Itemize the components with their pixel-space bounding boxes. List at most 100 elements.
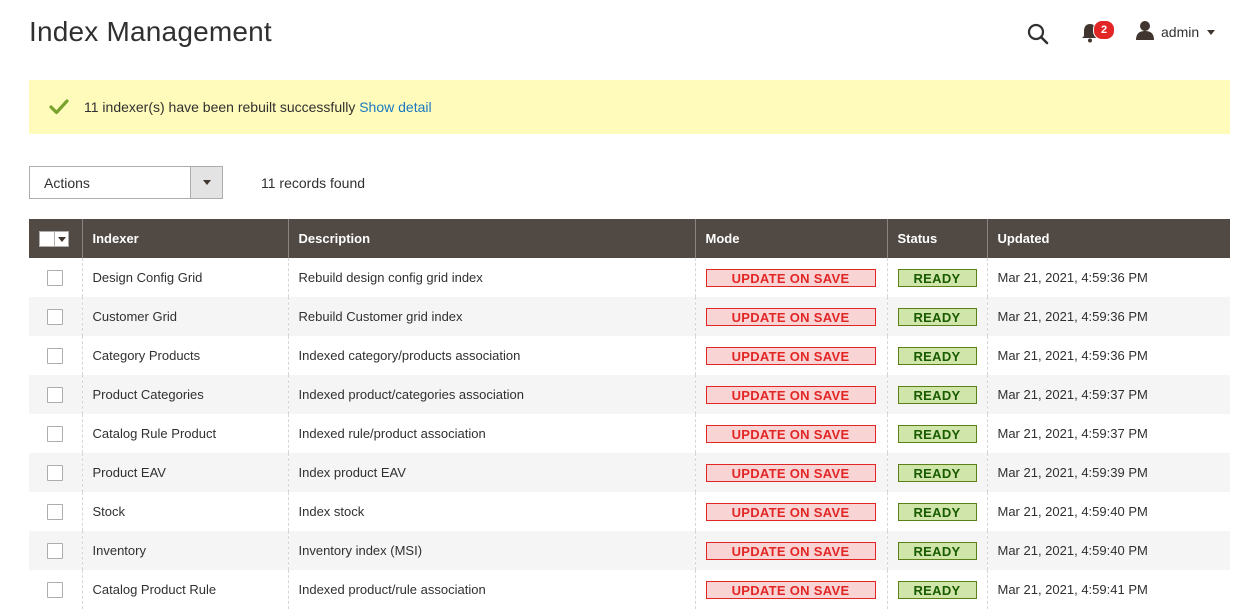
description-cell: Rebuild Customer grid index xyxy=(287,297,695,336)
actions-dropdown[interactable]: Actions xyxy=(29,166,223,199)
indexer-grid: Indexer Description Mode Status Updated … xyxy=(29,219,1230,609)
mode-cell: UPDATE ON SAVE xyxy=(694,414,887,453)
column-header-mode[interactable]: Mode xyxy=(694,219,887,258)
mode-cell: UPDATE ON SAVE xyxy=(694,570,887,609)
page-title: Index Management xyxy=(29,16,272,47)
column-header-updated[interactable]: Updated xyxy=(986,219,1230,258)
notification-count-badge[interactable]: 2 xyxy=(1093,20,1115,40)
row-checkbox[interactable] xyxy=(47,425,64,442)
row-checkbox[interactable] xyxy=(47,542,64,559)
mode-cell: UPDATE ON SAVE xyxy=(694,492,887,531)
row-checkbox-cell xyxy=(29,375,82,414)
indexer-cell: Catalog Rule Product xyxy=(81,414,288,453)
description-cell: Inventory index (MSI) xyxy=(287,531,695,570)
mode-cell: UPDATE ON SAVE xyxy=(694,453,887,492)
show-detail-link[interactable]: Show detail xyxy=(359,99,431,115)
status-badge: READY xyxy=(897,463,977,482)
mode-badge: UPDATE ON SAVE xyxy=(705,463,876,482)
records-found: 11 records found xyxy=(261,175,366,191)
row-checkbox[interactable] xyxy=(47,464,64,481)
actions-toggle[interactable] xyxy=(190,167,222,198)
search-icon[interactable] xyxy=(1026,22,1050,46)
column-header-status[interactable]: Status xyxy=(886,219,987,258)
column-header-description[interactable]: Description xyxy=(287,219,695,258)
mode-cell: UPDATE ON SAVE xyxy=(694,258,887,297)
status-cell: READY xyxy=(886,258,987,297)
description-cell: Indexed category/products association xyxy=(287,336,695,375)
row-checkbox[interactable] xyxy=(47,269,64,286)
status-badge: READY xyxy=(897,268,977,287)
chevron-down-icon xyxy=(1207,29,1216,35)
checkmark-icon xyxy=(49,98,69,116)
row-checkbox-cell xyxy=(29,453,82,492)
table-row[interactable]: Inventory Inventory index (MSI) UPDATE ON … xyxy=(29,531,1230,570)
mass-select-header xyxy=(29,219,82,258)
description-cell: Rebuild design config grid index xyxy=(287,258,695,297)
status-badge: READY xyxy=(897,307,977,326)
status-badge: READY xyxy=(897,385,977,404)
row-checkbox[interactable] xyxy=(47,347,64,364)
mode-badge: UPDATE ON SAVE xyxy=(705,502,876,521)
updated-cell: Mar 21, 2021, 4:59:40 PM xyxy=(986,531,1230,570)
row-checkbox-cell xyxy=(29,297,82,336)
updated-cell: Mar 21, 2021, 4:59:37 PM xyxy=(986,414,1230,453)
indexer-cell: Inventory xyxy=(81,531,288,570)
indexer-cell: Catalog Product Rule xyxy=(81,570,288,609)
user-name: admin xyxy=(1161,24,1200,40)
updated-cell: Mar 21, 2021, 4:59:40 PM xyxy=(986,492,1230,531)
table-row[interactable]: Customer Grid Rebuild Customer grid index… xyxy=(29,297,1230,336)
table-row[interactable]: Stock Index stock UPDATE ON SAVE READY Mar 2… xyxy=(29,492,1230,531)
column-header-indexer[interactable]: Indexer xyxy=(81,219,288,258)
row-checkbox-cell xyxy=(29,336,82,375)
description-cell: Indexed rule/product association xyxy=(287,414,695,453)
mode-badge: UPDATE ON SAVE xyxy=(705,346,876,365)
mode-badge: UPDATE ON SAVE xyxy=(705,268,876,287)
chevron-down-icon[interactable] xyxy=(55,230,69,247)
mode-cell: UPDATE ON SAVE xyxy=(694,336,887,375)
table-row[interactable]: Product EAV Index product EAV UPDATE ON SA… xyxy=(29,453,1230,492)
table-row[interactable]: Category Products Indexed category/produc… xyxy=(29,336,1230,375)
row-checkbox[interactable] xyxy=(47,386,64,403)
updated-cell: Mar 21, 2021, 4:59:41 PM xyxy=(986,570,1230,609)
row-checkbox[interactable] xyxy=(47,503,64,520)
mode-badge: UPDATE ON SAVE xyxy=(705,424,876,443)
admin-user-menu[interactable]: admin xyxy=(1135,20,1216,45)
user-icon xyxy=(1135,20,1155,45)
mode-cell: UPDATE ON SAVE xyxy=(694,531,887,570)
status-badge: READY xyxy=(897,346,977,365)
indexer-cell: Category Products xyxy=(81,336,288,375)
updated-cell: Mar 21, 2021, 4:59:36 PM xyxy=(986,336,1230,375)
message-body: 11 indexer(s) have been rebuilt successf… xyxy=(84,99,356,115)
row-checkbox-cell xyxy=(29,570,82,609)
mode-badge: UPDATE ON SAVE xyxy=(705,307,876,326)
row-checkbox[interactable] xyxy=(47,581,64,598)
status-cell: READY xyxy=(886,492,987,531)
row-checkbox-cell xyxy=(29,531,82,570)
description-cell: Index stock xyxy=(287,492,695,531)
mode-cell: UPDATE ON SAVE xyxy=(694,297,887,336)
table-row[interactable]: Product Categories Indexed product/catego… xyxy=(29,375,1230,414)
mass-select-checkbox[interactable] xyxy=(39,230,55,247)
mode-cell: UPDATE ON SAVE xyxy=(694,375,887,414)
actions-label: Actions xyxy=(44,175,90,191)
indexer-cell: Stock xyxy=(81,492,288,531)
mode-badge: UPDATE ON SAVE xyxy=(705,541,876,560)
table-row[interactable]: Design Config Grid Rebuild design config … xyxy=(29,258,1230,297)
updated-cell: Mar 21, 2021, 4:59:36 PM xyxy=(986,297,1230,336)
description-cell: Indexed product/categories association xyxy=(287,375,695,414)
row-checkbox[interactable] xyxy=(47,308,64,325)
table-row[interactable]: Catalog Rule Product Indexed rule/product… xyxy=(29,414,1230,453)
status-cell: READY xyxy=(886,375,987,414)
status-badge: READY xyxy=(897,580,977,599)
indexer-cell: Customer Grid xyxy=(81,297,288,336)
updated-cell: Mar 21, 2021, 4:59:39 PM xyxy=(986,453,1230,492)
status-cell: READY xyxy=(886,531,987,570)
table-row[interactable]: Catalog Product Rule Indexed product/rule… xyxy=(29,570,1230,609)
mode-badge: UPDATE ON SAVE xyxy=(705,385,876,404)
mass-select[interactable] xyxy=(39,230,69,247)
updated-cell: Mar 21, 2021, 4:59:36 PM xyxy=(986,258,1230,297)
status-cell: READY xyxy=(886,336,987,375)
indexer-cell: Design Config Grid xyxy=(81,258,288,297)
indexer-cell: Product EAV xyxy=(81,453,288,492)
row-checkbox-cell xyxy=(29,258,82,297)
